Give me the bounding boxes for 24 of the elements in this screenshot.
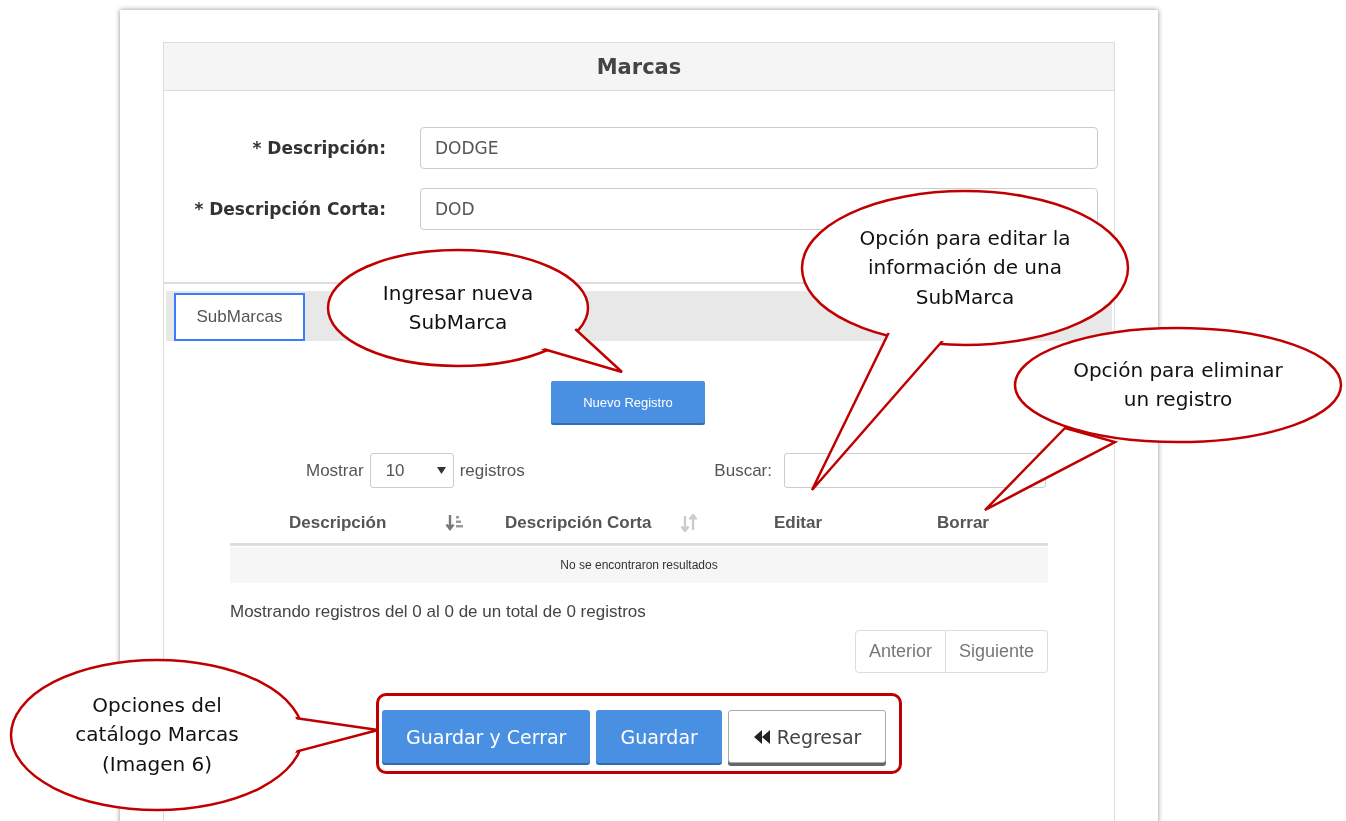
pagination-button[interactable]: Siguiente xyxy=(945,630,1048,673)
rewind-icon xyxy=(752,728,771,745)
field-label: * Descripción: xyxy=(251,138,386,158)
pagination-button[interactable]: Anterior xyxy=(854,630,946,673)
callout-text: Opción para eliminar un registro xyxy=(1072,356,1284,413)
page-size-select[interactable]: 10 xyxy=(369,453,454,488)
panel-title: Marcas xyxy=(596,54,682,79)
column-header[interactable]: Descripción xyxy=(289,513,387,533)
table-info: Mostrando registros del 0 al 0 de un total de 0 registros xyxy=(230,602,647,622)
column-header: Editar xyxy=(773,513,823,533)
empty-message: No se encontraron resultados xyxy=(560,558,718,572)
show-label: Mostrar xyxy=(306,460,364,481)
callout-text: Ingresar nueva SubMarca xyxy=(381,279,535,336)
column-header[interactable]: Descripción Corta xyxy=(505,513,652,533)
records-label: registros xyxy=(459,460,525,481)
column-header: Borrar xyxy=(937,513,989,533)
search-label: Buscar: xyxy=(714,460,772,481)
tab[interactable]: SubMarcas xyxy=(174,293,305,341)
sort-icon[interactable] xyxy=(445,514,463,532)
caret-icon xyxy=(436,467,446,474)
input-field[interactable]: DODGE xyxy=(420,127,1098,169)
callout-text: Opciones del catálogo Marcas (Imagen 6) xyxy=(74,691,240,778)
field-label: * Descripción Corta: xyxy=(193,199,386,219)
back-button[interactable]: Regresar xyxy=(727,710,887,763)
